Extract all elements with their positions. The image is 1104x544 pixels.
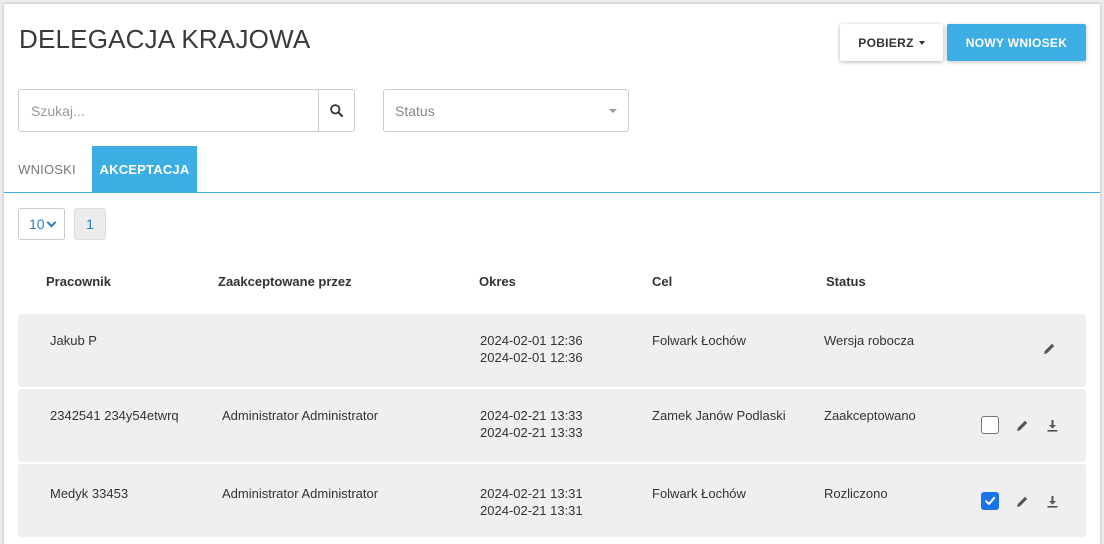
page-size-value: 10: [29, 216, 45, 232]
page-number-button[interactable]: 1: [74, 208, 106, 240]
search-input[interactable]: [19, 90, 318, 131]
cell-cel: Zamek Janów Podlaski: [652, 408, 786, 423]
cell-okres-od: 2024-02-21 13:33: [480, 408, 583, 423]
checkmark-icon: [985, 496, 996, 505]
search-button[interactable]: [318, 90, 354, 131]
tab-wnioski[interactable]: WNIOSKI: [4, 146, 90, 193]
edit-icon[interactable]: [1015, 418, 1029, 432]
status-select-value: Status: [395, 102, 435, 119]
cell-okres-do: 2024-02-01 12:36: [480, 350, 583, 365]
search-icon: [330, 104, 343, 117]
column-header-cel[interactable]: Cel: [652, 274, 672, 289]
status-select[interactable]: Status: [383, 89, 629, 132]
cell-cel: Folwark Łochów: [652, 333, 746, 348]
cell-cel: Folwark Łochów: [652, 486, 746, 501]
caret-down-icon: [609, 108, 617, 113]
search-group: [18, 89, 355, 132]
column-header-status[interactable]: Status: [826, 274, 866, 289]
table-row[interactable]: 2342541 234y54etwrq Administrator Admini…: [18, 389, 1086, 462]
cell-status: Zaakceptowano: [824, 408, 916, 423]
cell-pracownik: Jakub P: [50, 333, 97, 348]
cell-okres-do: 2024-02-21 13:31: [480, 503, 583, 518]
column-header-okres[interactable]: Okres: [479, 274, 516, 289]
pobierz-dropdown-button[interactable]: POBIERZ: [840, 24, 943, 61]
cell-status: Wersja robocza: [824, 333, 915, 348]
page-size-select[interactable]: 10: [18, 208, 65, 240]
tab-akceptacja[interactable]: AKCEPTACJA: [92, 146, 197, 193]
table-row[interactable]: Jakub P 2024-02-01 12:36 2024-02-01 12:3…: [18, 314, 1086, 387]
new-request-button[interactable]: NOWY WNIOSEK: [947, 24, 1086, 61]
tab-bar: WNIOSKI AKCEPTACJA: [4, 146, 1100, 193]
cell-okres-od: 2024-02-01 12:36: [480, 333, 583, 348]
column-header-pracownik[interactable]: Pracownik: [46, 274, 111, 289]
column-header-zaakceptowane[interactable]: Zaakceptowane przez: [218, 274, 352, 289]
download-icon[interactable]: [1045, 494, 1059, 508]
edit-icon[interactable]: [1042, 341, 1056, 355]
cell-zaakceptowane: Administrator Administrator: [222, 408, 379, 423]
cell-status: Rozliczono: [824, 486, 888, 501]
table-row[interactable]: Medyk 33453 Administrator Administrator …: [18, 464, 1086, 537]
edit-icon[interactable]: [1015, 494, 1029, 508]
cell-okres-do: 2024-02-21 13:33: [480, 425, 583, 440]
caret-down-icon: [918, 41, 925, 45]
pobierz-label: POBIERZ: [858, 35, 914, 50]
row-checkbox[interactable]: [981, 416, 999, 434]
cell-pracownik: Medyk 33453: [50, 486, 129, 501]
cell-okres-od: 2024-02-21 13:31: [480, 486, 583, 501]
cell-pracownik: 2342541 234y54etwrq: [50, 408, 179, 423]
chevron-down-icon: [46, 217, 57, 227]
main-panel: DELEGACJA KRAJOWA POBIERZ NOWY WNIOSEK S…: [4, 4, 1100, 544]
page-title: DELEGACJA KRAJOWA: [19, 24, 311, 54]
download-icon[interactable]: [1045, 418, 1059, 432]
row-checkbox[interactable]: [981, 492, 999, 510]
cell-zaakceptowane: Administrator Administrator: [222, 486, 379, 501]
